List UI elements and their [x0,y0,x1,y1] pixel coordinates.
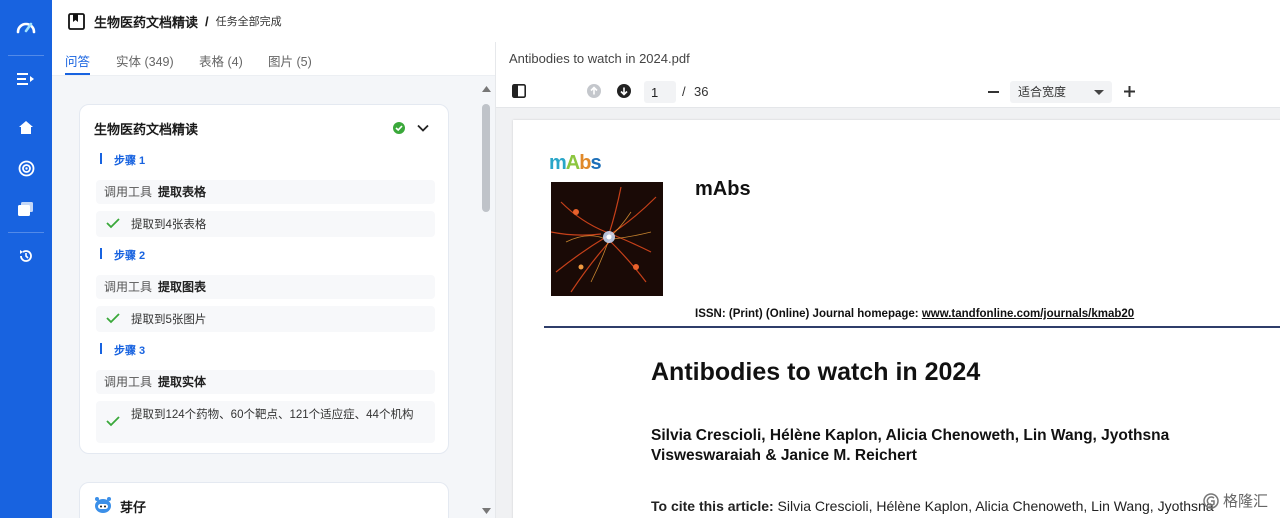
tool-call-prefix: 调用工具 [104,185,153,199]
tool-result-text: 提取到4张表格 [131,219,207,231]
article-authors: Silvia Crescioli, Hélène Kaplon, Alicia … [651,427,1170,464]
chevron-down-icon[interactable] [416,121,430,135]
watermark-logo-icon [1203,492,1219,509]
tool-name: 提取表格 [158,185,207,199]
success-check-icon [393,122,405,134]
check-icon [106,218,120,229]
task-card-title: 生物医药文档精读 [94,122,199,137]
robot-avatar-icon [95,497,111,513]
file-bar: Antibodies to watch in 2024.pdf [496,42,1280,76]
agent-card: 芽仔 [79,482,449,518]
page-total: 36 [694,84,709,99]
qa-panel: 生物医药文档精读 步骤 1 调用工具 提取表格 提取到4张表格 步骤 2 调用工具… [52,76,495,518]
tool-result-text: 提取到124个药物、60个靶点、121个适应症、44个机构 [131,409,414,421]
issn-line: ISSN: (Print) (Online) Journal homepage:… [695,308,1134,320]
tool-call-row: 调用工具 提取表格 [96,180,435,204]
zoom-select-value: 适合宽度 [1018,85,1067,99]
tool-result-row: 提取到5张图片 [96,306,435,332]
tab-entities[interactable]: 实体 (349) [116,51,174,70]
issn-prefix: ISSN: (Print) (Online) Journal homepage: [695,308,922,320]
tool-call-row: 调用工具 提取图表 [96,275,435,299]
journal-logo: mAbs [549,152,602,174]
home-icon[interactable] [0,110,52,144]
nav-rail [0,0,52,518]
cite-line: To cite this article: Silvia Crescioli, … [651,498,1241,514]
task-card: 生物医药文档精读 步骤 1 调用工具 提取表格 提取到4张表格 步骤 2 调用工具… [79,104,449,454]
zoom-out-icon[interactable] [988,91,999,93]
cite-text: Silvia Crescioli, Hélène Kaplon, Alicia … [773,498,1214,514]
zoom-in-icon[interactable] [1124,86,1135,97]
cite-label: To cite this article: [651,498,774,514]
app-window: 生物医药文档精读 / 任务全部完成 问答 实体 (349) 表格 (4) 图片 … [0,0,1280,518]
tab-bar: 问答 实体 (349) 表格 (4) 图片 (5) [52,42,495,76]
pdf-viewer: Antibodies to watch in 2024.pdf / 36 适合宽… [495,42,1280,518]
watermark-text: 格隆汇 [1223,493,1269,510]
file-name: Antibodies to watch in 2024.pdf [509,51,690,66]
tool-call-prefix: 调用工具 [104,375,153,389]
pdf-page: mAbs mAbs ISSN: (Print) (Online) Journal… [513,120,1280,518]
page-separator: / [682,84,686,99]
tool-name: 提取实体 [158,375,207,389]
scroll-up-arrow-icon[interactable] [482,86,491,92]
task-status: 任务全部完成 [215,16,282,28]
journal-homepage-link[interactable]: www.tandfonline.com/journals/kmab20 [922,308,1134,320]
pdf-toolbar: / 36 适合宽度 [496,76,1280,108]
rail-divider [8,55,44,56]
step-label: 步骤 1 [100,152,145,168]
tab-qa[interactable]: 问答 [65,51,90,70]
journal-cover-image [551,182,663,296]
scroll-down-arrow-icon[interactable] [482,508,491,514]
agent-card-title: 芽仔 [120,500,147,515]
tab-tables[interactable]: 表格 (4) [199,51,243,70]
history-icon[interactable] [0,239,52,273]
check-icon [106,313,120,324]
tool-result-row: 提取到4张表格 [96,211,435,237]
sidebar-toggle-icon[interactable] [512,84,526,98]
tool-name: 提取图表 [158,280,207,294]
breadcrumb-separator: / [205,13,209,29]
tab-images[interactable]: 图片 (5) [268,51,312,70]
tool-call-row: 调用工具 提取实体 [96,370,435,394]
journal-name: mAbs [695,178,751,200]
tool-result-row: 提取到124个药物、60个靶点、121个适应症、44个机构 [96,401,435,443]
rail-divider [8,232,44,233]
page-header: 生物医药文档精读 / 任务全部完成 [52,0,495,42]
tool-result-text: 提取到5张图片 [131,314,207,326]
check-icon [106,416,120,427]
caret-down-icon [1094,90,1104,95]
zoom-select[interactable]: 适合宽度 [1010,81,1112,103]
active-tab-indicator [65,73,90,75]
header-rule [544,326,1280,328]
tool-call-prefix: 调用工具 [104,280,153,294]
logo-gauge-icon[interactable] [0,11,52,45]
collapse-menu-icon[interactable] [0,62,52,96]
next-page-icon[interactable] [617,84,631,98]
folder-icon[interactable] [0,192,52,226]
document-icon [68,12,85,30]
article-title: Antibodies to watch in 2024 [651,358,981,386]
step-label: 步骤 3 [100,342,145,358]
previous-page-icon[interactable] [587,84,601,98]
step-label: 步骤 2 [100,247,145,263]
scrollbar[interactable] [477,76,495,518]
page-number-input[interactable] [644,81,676,103]
scrollbar-thumb[interactable] [482,104,490,212]
watermark: 格隆汇 [1203,490,1268,511]
signal-icon[interactable] [0,151,52,185]
page-title: 生物医药文档精读 [94,14,199,30]
